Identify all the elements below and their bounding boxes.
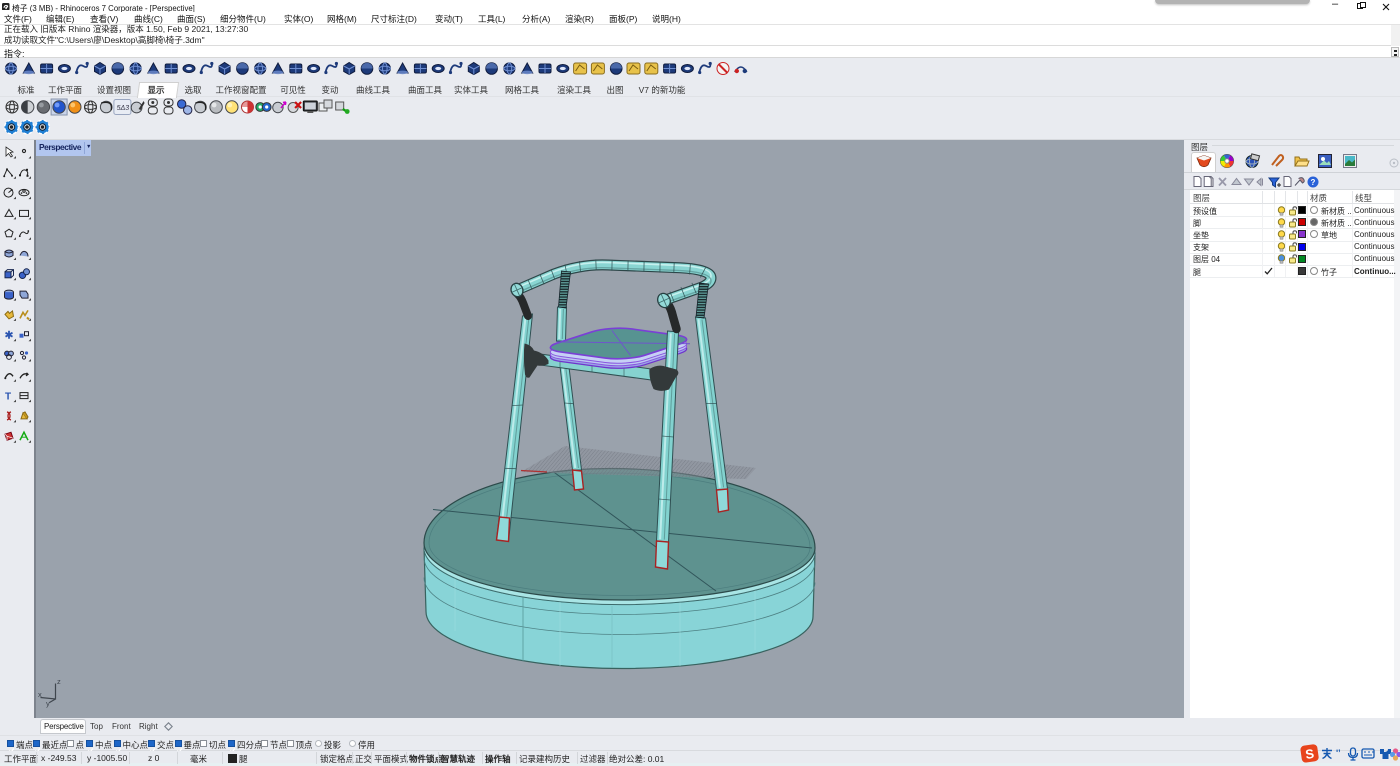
svg-text:5Δ3: 5Δ3 (117, 105, 130, 112)
svg-text:y: y (46, 699, 50, 708)
svg-text:?: ? (1311, 178, 1316, 187)
svg-text:x: x (38, 690, 42, 699)
svg-text:ʹ’: ʹ’ (1336, 748, 1341, 758)
svg-text:T: T (5, 392, 11, 403)
svg-text:z: z (57, 677, 61, 686)
